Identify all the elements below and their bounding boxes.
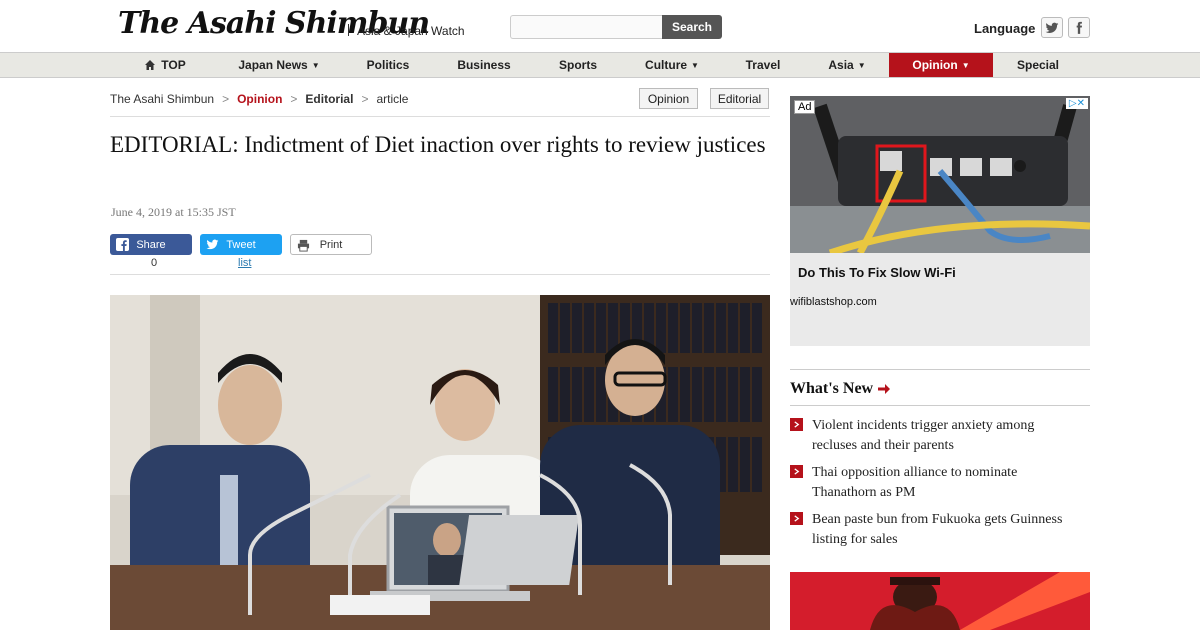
- ad-title[interactable]: Do This To Fix Slow Wi-Fi: [798, 265, 956, 280]
- breadcrumb-separator: >: [290, 92, 298, 106]
- nav-item-asia[interactable]: Asia ▼: [814, 53, 880, 77]
- whats-new-item-link[interactable]: Thai opposition alliance to nominate Tha…: [812, 463, 1082, 503]
- nav-item-sports[interactable]: Sports: [545, 53, 611, 77]
- article-dateline: June 4, 2019 at 15:35 JST: [111, 205, 236, 219]
- search-button[interactable]: Search: [662, 15, 722, 39]
- breadcrumb-opinion[interactable]: Opinion: [237, 92, 282, 106]
- nav-item-label: Opinion: [912, 58, 958, 72]
- whats-new-item-link[interactable]: Bean paste bun from Fukuoka gets Guinnes…: [812, 510, 1082, 550]
- divider: [790, 405, 1090, 406]
- breadcrumb-home[interactable]: The Asahi Shimbun: [110, 92, 214, 106]
- whats-new-title: What's New: [790, 380, 874, 397]
- nav-item-top[interactable]: TOP: [130, 53, 200, 77]
- breadcrumb-separator: >: [222, 92, 230, 106]
- twitter-share-label: Tweet: [226, 238, 256, 251]
- nav-item-label: Culture: [645, 58, 688, 72]
- chevron-down-icon: ▼: [691, 60, 699, 70]
- breadcrumb: The Asahi Shimbun > Opinion > Editorial …: [110, 92, 408, 106]
- nav-item-label: Special: [1016, 58, 1060, 72]
- ad-domain[interactable]: wifiblastshop.com: [790, 296, 877, 308]
- adchoices-icon[interactable]: ▷✕: [1065, 98, 1088, 109]
- arrow-right-icon: [878, 384, 891, 394]
- tagline-divider: [348, 24, 349, 36]
- facebook-icon[interactable]: [1068, 17, 1090, 38]
- ad-image[interactable]: [790, 96, 1090, 253]
- nav-item-label: Travel: [745, 58, 781, 72]
- nav-item-politics[interactable]: Politics: [352, 53, 424, 77]
- nav-item-business[interactable]: Business: [444, 53, 524, 77]
- nav-item-special[interactable]: Special: [1004, 53, 1072, 77]
- article-photo: [110, 295, 770, 630]
- tag-opinion-button[interactable]: Opinion: [639, 88, 698, 109]
- sidebar-ad-banner[interactable]: [790, 572, 1090, 630]
- nav-item-label: Business: [457, 58, 511, 72]
- chevron-right-icon: [790, 465, 803, 478]
- twitter-list-link[interactable]: list: [238, 257, 251, 269]
- facebook-share-button[interactable]: Share: [110, 234, 192, 255]
- print-label: Print: [319, 238, 343, 251]
- twitter-icon[interactable]: [1041, 17, 1063, 38]
- chevron-down-icon: ▼: [311, 60, 320, 70]
- nav-item-label: TOP: [161, 58, 186, 72]
- facebook-share-label: Share: [136, 238, 166, 251]
- print-button[interactable]: Print: [290, 234, 372, 255]
- chevron-down-icon: ▼: [961, 60, 970, 70]
- ad-label: Ad: [794, 100, 816, 114]
- search-input[interactable]: [510, 15, 663, 39]
- chevron-down-icon: ▼: [857, 60, 866, 70]
- nav-item-label: Japan News: [238, 58, 308, 72]
- breadcrumb-separator: >: [361, 92, 369, 106]
- facebook-icon: [116, 238, 129, 251]
- article-headline: EDITORIAL: Indictment of Diet inaction o…: [110, 132, 766, 157]
- breadcrumb-current: article: [376, 92, 409, 106]
- site-tagline: Asia & Japan Watch: [357, 24, 465, 38]
- whats-new-heading[interactable]: What's New: [790, 380, 891, 398]
- whats-new-item-link[interactable]: Violent incidents trigger anxiety among …: [812, 416, 1082, 456]
- nav-item-japan-news[interactable]: Japan News ▼: [226, 53, 332, 77]
- tag-editorial-button[interactable]: Editorial: [710, 88, 769, 109]
- sidebar-ad[interactable]: Ad ▷✕ Do This To Fix Slow Wi-Fi wifiblas…: [790, 96, 1090, 346]
- breadcrumb-editorial[interactable]: Editorial: [305, 92, 353, 106]
- facebook-share-count: 0: [151, 257, 158, 269]
- chevron-right-icon: [790, 512, 803, 525]
- nav-item-label: Politics: [366, 58, 410, 72]
- nav-item-label: Sports: [558, 58, 597, 72]
- nav-item-opinion[interactable]: Opinion ▼: [889, 53, 993, 77]
- twitter-share-button[interactable]: Tweet: [200, 234, 282, 255]
- main-nav: TOP Japan News ▼ Politics Business Sports…: [0, 52, 1200, 78]
- language-selector[interactable]: Language: [974, 21, 1035, 36]
- printer-icon: [297, 239, 310, 252]
- chevron-right-icon: [790, 418, 803, 431]
- divider: [110, 274, 770, 275]
- divider: [790, 369, 1090, 370]
- twitter-icon: [206, 239, 219, 250]
- site-header: The Asahi Shimbun Asia & Japan Watch Sea…: [0, 0, 1200, 52]
- nav-item-travel[interactable]: Travel: [732, 53, 794, 77]
- divider: [110, 116, 770, 117]
- home-icon: [145, 60, 156, 70]
- nav-item-culture[interactable]: Culture ▼: [632, 53, 712, 77]
- nav-item-label: Asia: [828, 58, 854, 72]
